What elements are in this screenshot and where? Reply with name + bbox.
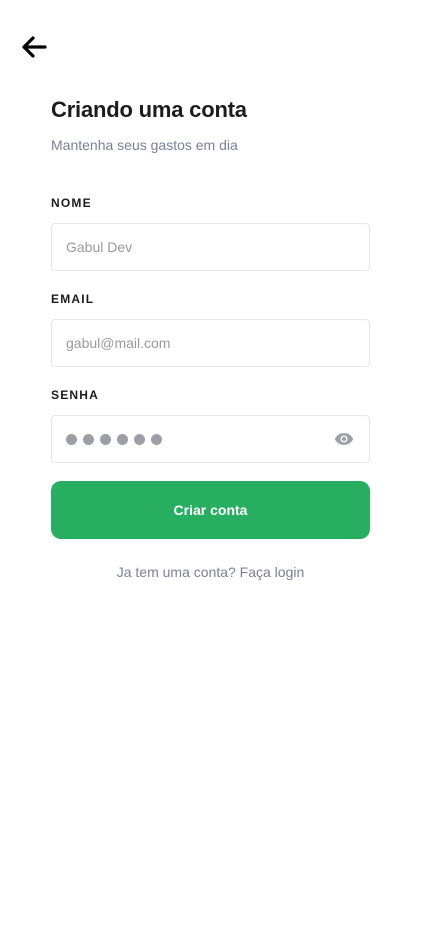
password-dot [134,433,145,445]
password-dot [100,433,111,445]
password-dot [117,433,128,445]
password-dot [66,433,77,445]
password-dot [151,433,162,445]
name-label: NOME [51,196,92,210]
email-label: EMAIL [51,292,95,306]
email-input[interactable] [66,335,355,351]
arrow-left-icon [22,36,47,58]
back-button[interactable] [20,34,48,60]
email-field-box [51,319,370,367]
name-input[interactable] [66,239,355,255]
show-password-toggle[interactable] [333,428,355,450]
page-subtitle: Mantenha seus gastos em dia [51,137,238,153]
password-field[interactable] [51,415,370,463]
create-account-button[interactable]: Criar conta [51,481,370,539]
create-account-screen: Criando uma conta Mantenha seus gastos e… [0,0,428,926]
password-label: SENHA [51,388,100,402]
eye-icon [334,433,354,445]
login-link[interactable]: Ja tem uma conta? Faça login [51,564,370,580]
password-dot [83,433,94,445]
password-masked-value [66,433,333,445]
page-title: Criando uma conta [51,97,247,122]
name-field-box [51,223,370,271]
